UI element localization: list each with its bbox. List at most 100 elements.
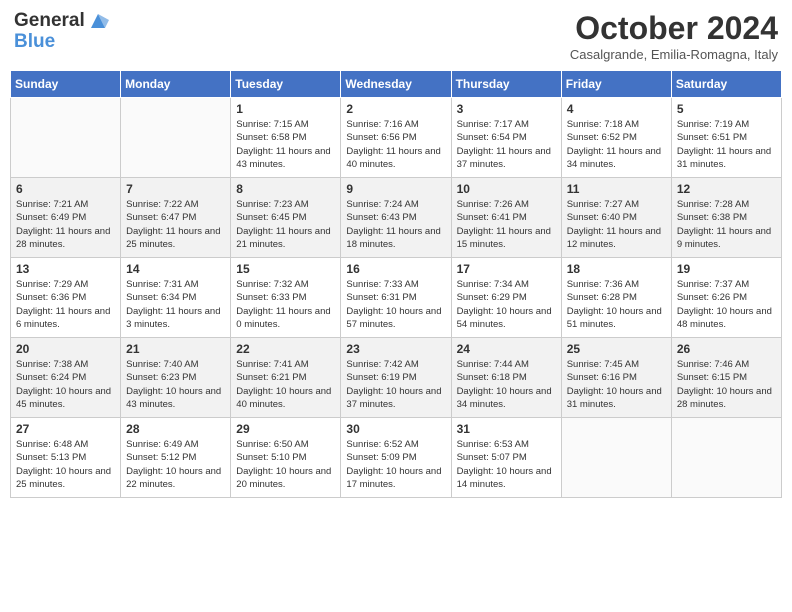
day-number: 27 (16, 422, 115, 436)
calendar-cell: 15Sunrise: 7:32 AMSunset: 6:33 PMDayligh… (231, 258, 341, 338)
calendar-week-1: 1Sunrise: 7:15 AMSunset: 6:58 PMDaylight… (11, 98, 782, 178)
title-section: October 2024 Casalgrande, Emilia-Romagna… (570, 10, 778, 62)
page-header: General Blue October 2024 Casalgrande, E… (10, 10, 782, 62)
day-detail: Sunrise: 6:48 AMSunset: 5:13 PMDaylight:… (16, 438, 115, 491)
calendar-cell: 23 Sunrise: 7:42 AMSunset: 6:19 PMDayligh… (341, 338, 451, 418)
calendar-cell: 26 Sunrise: 7:46 AMSunset: 6:15 PMDayligh… (671, 338, 781, 418)
calendar-cell: 14 Sunrise: 7:31 AMSunset: 6:34 PMDayligh… (121, 258, 231, 338)
calendar-cell: 8Sunrise: 7:23 AMSunset: 6:45 PMDaylight… (231, 178, 341, 258)
calendar-cell: 30 Sunrise: 6:52 AMSunset: 5:09 PMDayligh… (341, 418, 451, 498)
month-title: October 2024 (570, 10, 778, 47)
calendar-cell: 10 Sunrise: 7:26 AMSunset: 6:41 PMDayligh… (451, 178, 561, 258)
day-number: 30 (346, 422, 445, 436)
calendar-cell: 22Sunrise: 7:41 AMSunset: 6:21 PMDayligh… (231, 338, 341, 418)
day-detail: Sunrise: 7:34 AMSunset: 6:29 PMDaylight:… (457, 278, 556, 331)
calendar-cell: 16 Sunrise: 7:33 AMSunset: 6:31 PMDayligh… (341, 258, 451, 338)
day-number: 9 (346, 182, 445, 196)
calendar-cell: 21Sunrise: 7:40 AMSunset: 6:23 PMDayligh… (121, 338, 231, 418)
header-row: SundayMondayTuesdayWednesdayThursdayFrid… (11, 71, 782, 98)
day-detail: Sunrise: 7:17 AMSunset: 6:54 PMDaylight:… (457, 118, 556, 171)
day-number: 20 (16, 342, 115, 356)
calendar-cell (11, 98, 121, 178)
day-detail: Sunrise: 6:52 AMSunset: 5:09 PMDaylight:… (346, 438, 445, 491)
day-number: 12 (677, 182, 776, 196)
calendar-week-3: 13 Sunrise: 7:29 AMSunset: 6:36 PMDayligh… (11, 258, 782, 338)
day-detail: Sunrise: 7:38 AMSunset: 6:24 PMDaylight:… (16, 358, 115, 411)
day-number: 2 (346, 102, 445, 116)
calendar-cell: 2 Sunrise: 7:16 AMSunset: 6:56 PMDaylight… (341, 98, 451, 178)
calendar-cell: 25Sunrise: 7:45 AMSunset: 6:16 PMDayligh… (561, 338, 671, 418)
calendar-week-2: 6 Sunrise: 7:21 AMSunset: 6:49 PMDaylight… (11, 178, 782, 258)
day-number: 8 (236, 182, 335, 196)
day-detail: Sunrise: 6:50 AMSunset: 5:10 PMDaylight:… (236, 438, 335, 491)
day-number: 11 (567, 182, 666, 196)
calendar-week-5: 27 Sunrise: 6:48 AMSunset: 5:13 PMDayligh… (11, 418, 782, 498)
day-number: 25 (567, 342, 666, 356)
day-number: 5 (677, 102, 776, 116)
calendar-cell: 17 Sunrise: 7:34 AMSunset: 6:29 PMDayligh… (451, 258, 561, 338)
day-number: 19 (677, 262, 776, 276)
day-detail: Sunrise: 7:18 AMSunset: 6:52 PMDaylight:… (567, 118, 666, 171)
day-number: 7 (126, 182, 225, 196)
header-sunday: Sunday (11, 71, 121, 98)
day-number: 22 (236, 342, 335, 356)
day-number: 29 (236, 422, 335, 436)
day-number: 31 (457, 422, 556, 436)
header-tuesday: Tuesday (231, 71, 341, 98)
day-number: 6 (16, 182, 115, 196)
day-detail: Sunrise: 7:26 AMSunset: 6:41 PMDaylight:… (457, 198, 556, 251)
calendar-cell: 19 Sunrise: 7:37 AMSunset: 6:26 PMDayligh… (671, 258, 781, 338)
calendar-cell: 12 Sunrise: 7:28 AMSunset: 6:38 PMDayligh… (671, 178, 781, 258)
calendar-cell: 13 Sunrise: 7:29 AMSunset: 6:36 PMDayligh… (11, 258, 121, 338)
day-detail: Sunrise: 7:33 AMSunset: 6:31 PMDaylight:… (346, 278, 445, 331)
calendar-cell (671, 418, 781, 498)
calendar-cell (561, 418, 671, 498)
day-detail: Sunrise: 7:44 AMSunset: 6:18 PMDaylight:… (457, 358, 556, 411)
day-number: 10 (457, 182, 556, 196)
day-detail: Sunrise: 6:53 AMSunset: 5:07 PMDaylight:… (457, 438, 556, 491)
day-number: 1 (236, 102, 335, 116)
header-friday: Friday (561, 71, 671, 98)
day-detail: Sunrise: 7:19 AMSunset: 6:51 PMDaylight:… (677, 118, 776, 171)
day-number: 23 (346, 342, 445, 356)
day-detail: Sunrise: 7:31 AMSunset: 6:34 PMDaylight:… (126, 278, 225, 331)
day-number: 26 (677, 342, 776, 356)
day-detail: Sunrise: 7:29 AMSunset: 6:36 PMDaylight:… (16, 278, 115, 331)
logo-text: General (14, 10, 109, 32)
header-saturday: Saturday (671, 71, 781, 98)
calendar-cell: 11 Sunrise: 7:27 AMSunset: 6:40 PMDayligh… (561, 178, 671, 258)
day-number: 21 (126, 342, 225, 356)
day-detail: Sunrise: 7:32 AMSunset: 6:33 PMDaylight:… (236, 278, 335, 331)
day-number: 14 (126, 262, 225, 276)
day-number: 13 (16, 262, 115, 276)
day-number: 24 (457, 342, 556, 356)
day-detail: Sunrise: 7:42 AMSunset: 6:19 PMDaylight:… (346, 358, 445, 411)
day-number: 16 (346, 262, 445, 276)
header-thursday: Thursday (451, 71, 561, 98)
day-detail: Sunrise: 7:37 AMSunset: 6:26 PMDaylight:… (677, 278, 776, 331)
day-number: 17 (457, 262, 556, 276)
header-wednesday: Wednesday (341, 71, 451, 98)
calendar-cell: 1Sunrise: 7:15 AMSunset: 6:58 PMDaylight… (231, 98, 341, 178)
location: Casalgrande, Emilia-Romagna, Italy (570, 47, 778, 62)
day-detail: Sunrise: 6:49 AMSunset: 5:12 PMDaylight:… (126, 438, 225, 491)
day-detail: Sunrise: 7:16 AMSunset: 6:56 PMDaylight:… (346, 118, 445, 171)
day-detail: Sunrise: 7:27 AMSunset: 6:40 PMDaylight:… (567, 198, 666, 251)
calendar-cell: 3 Sunrise: 7:17 AMSunset: 6:54 PMDaylight… (451, 98, 561, 178)
calendar-cell: 20 Sunrise: 7:38 AMSunset: 6:24 PMDayligh… (11, 338, 121, 418)
logo-icon (87, 10, 109, 32)
calendar-cell: 4Sunrise: 7:18 AMSunset: 6:52 PMDaylight… (561, 98, 671, 178)
day-detail: Sunrise: 7:22 AMSunset: 6:47 PMDaylight:… (126, 198, 225, 251)
day-number: 18 (567, 262, 666, 276)
day-number: 3 (457, 102, 556, 116)
calendar-cell: 24 Sunrise: 7:44 AMSunset: 6:18 PMDayligh… (451, 338, 561, 418)
day-detail: Sunrise: 7:46 AMSunset: 6:15 PMDaylight:… (677, 358, 776, 411)
logo-blue: Blue (14, 32, 109, 53)
calendar-cell: 29 Sunrise: 6:50 AMSunset: 5:10 PMDayligh… (231, 418, 341, 498)
day-detail: Sunrise: 7:21 AMSunset: 6:49 PMDaylight:… (16, 198, 115, 251)
header-monday: Monday (121, 71, 231, 98)
calendar-cell: 31 Sunrise: 6:53 AMSunset: 5:07 PMDayligh… (451, 418, 561, 498)
calendar-cell: 27 Sunrise: 6:48 AMSunset: 5:13 PMDayligh… (11, 418, 121, 498)
day-detail: Sunrise: 7:28 AMSunset: 6:38 PMDaylight:… (677, 198, 776, 251)
day-detail: Sunrise: 7:36 AMSunset: 6:28 PMDaylight:… (567, 278, 666, 331)
